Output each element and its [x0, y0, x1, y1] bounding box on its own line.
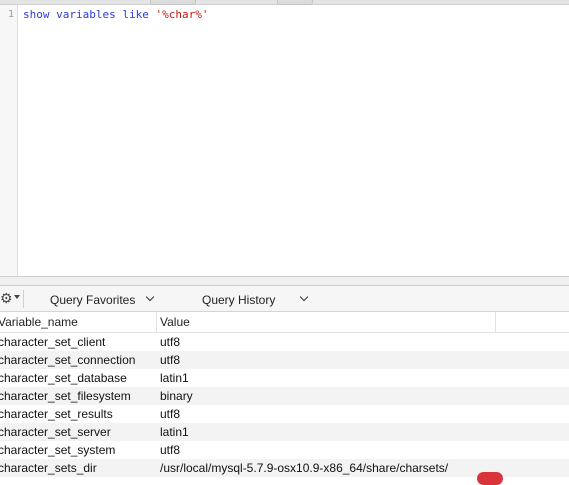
- chevron-down-icon: [299, 292, 309, 302]
- cell-variable-name: character_set_results: [0, 407, 113, 421]
- line-number: 1: [7, 9, 14, 20]
- caret-down-icon: [14, 295, 20, 299]
- query-favorites-menu[interactable]: Query Favorites: [50, 292, 158, 308]
- column-header-variable-name[interactable]: Variable_name: [0, 315, 78, 329]
- query-string-literal: '%char%': [155, 8, 209, 21]
- split-view-divider[interactable]: [0, 276, 569, 286]
- column-separator[interactable]: [495, 312, 496, 333]
- table-row[interactable]: character_set_results utf8: [0, 405, 569, 423]
- toolbar-divider: [23, 290, 24, 308]
- query-toolbar: ⚙ Query Favorites Query History: [0, 286, 569, 312]
- cell-variable-name: character_set_client: [0, 335, 106, 349]
- cell-variable-name: character_set_connection: [0, 353, 136, 367]
- table-row[interactable]: character_set_client utf8: [0, 333, 569, 351]
- table-row[interactable]: character_set_server latin1: [0, 423, 569, 441]
- cell-value: utf8: [160, 353, 181, 367]
- line-number-gutter: 1: [0, 5, 18, 276]
- column-separator[interactable]: [156, 312, 157, 333]
- table-row[interactable]: character_set_connection utf8: [0, 351, 569, 369]
- gear-icon: ⚙: [0, 290, 13, 306]
- keyword-like: like: [122, 8, 149, 21]
- table-row[interactable]: character_set_database latin1: [0, 369, 569, 387]
- keyword-variables: variables: [56, 8, 116, 21]
- gear-menu-button[interactable]: ⚙: [0, 290, 22, 308]
- table-header: Variable_name Value: [0, 312, 569, 333]
- table-row[interactable]: character_set_system utf8: [0, 441, 569, 459]
- cell-value: utf8: [160, 407, 181, 421]
- cell-value: binary: [160, 389, 193, 403]
- cell-value: latin1: [160, 425, 189, 439]
- sequel-pro-query-window: 1 show variables like '%char%' ⚙ Query F…: [0, 0, 569, 485]
- cell-variable-name: character_set_filesystem: [0, 389, 131, 403]
- chevron-down-icon: [145, 292, 155, 302]
- column-header-value[interactable]: Value: [160, 315, 190, 329]
- cell-variable-name: character_set_server: [0, 425, 111, 439]
- cell-value: /usr/local/mysql-5.7.9-osx10.9-x86_64/sh…: [160, 461, 449, 475]
- cell-value: latin1: [160, 371, 189, 385]
- query-favorites-label: Query Favorites: [50, 293, 136, 307]
- keyword-show: show: [23, 8, 50, 21]
- cell-value: utf8: [160, 335, 181, 349]
- site-watermark: [477, 470, 569, 485]
- cell-variable-name: character_set_system: [0, 443, 116, 457]
- cell-variable-name: character_set_database: [0, 371, 127, 385]
- cell-value: utf8: [160, 443, 181, 457]
- results-table: Variable_name Value character_set_client…: [0, 312, 569, 485]
- table-row[interactable]: character_set_filesystem binary: [0, 387, 569, 405]
- watermark-logo: [477, 472, 503, 485]
- query-history-label: Query History: [202, 293, 276, 307]
- cell-variable-name: character_sets_dir: [0, 461, 97, 475]
- query-history-menu[interactable]: Query History: [202, 292, 312, 308]
- query-text[interactable]: show variables like '%char%': [23, 8, 208, 21]
- query-editor[interactable]: 1 show variables like '%char%': [0, 5, 569, 276]
